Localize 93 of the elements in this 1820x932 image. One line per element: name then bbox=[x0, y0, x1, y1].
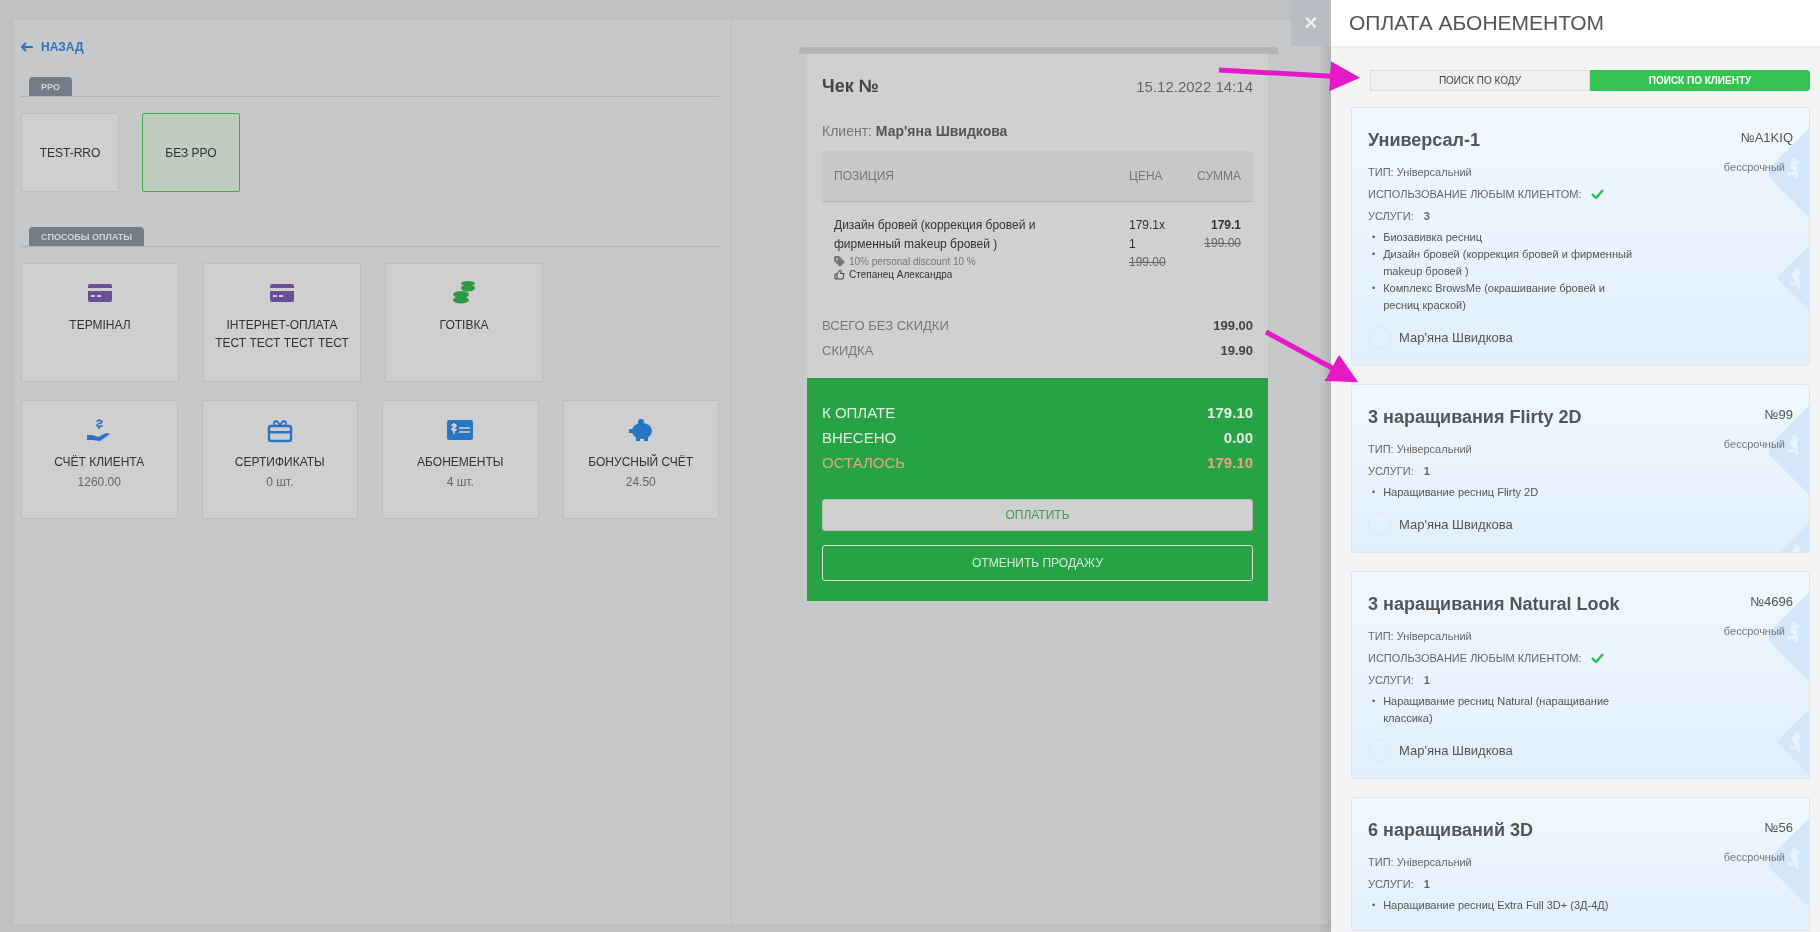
any-client-label: ИСПОЛЬЗОВАНИЕ ЛЮБЫМ КЛИЕНТОМ: bbox=[1368, 187, 1582, 202]
payment-method-value: 4 шт. bbox=[446, 475, 474, 489]
subscription-type: ТИП: Універсальний bbox=[1368, 442, 1473, 457]
bullet: • bbox=[1372, 695, 1376, 708]
subscription-card[interactable]: 3 наращивания Flirty 2D ТИП: Універсальний УСЛУГИ: 1 • Наращивание ресниц Flirty 2D Мар'яна Швидкова №99 бессрочный bbox=[1351, 384, 1810, 553]
subtotal-label: СКИДКА bbox=[822, 343, 874, 358]
client-name: Мар'яна Швидкова bbox=[1399, 330, 1513, 345]
validity-text: бессрочный bbox=[1723, 625, 1785, 637]
payment-method-value: 0 шт. bbox=[266, 475, 294, 489]
validity-text: бессрочный bbox=[1723, 438, 1785, 450]
services-count: УСЛУГИ: 1 bbox=[1368, 464, 1431, 479]
coins-icon bbox=[451, 280, 477, 306]
service-item: Наращивание ресниц Natural (наращивание классика) bbox=[1383, 694, 1611, 726]
arrow-left-icon bbox=[21, 42, 33, 52]
payment-method-label: СЕРТИФИКАТЫ bbox=[234, 454, 325, 471]
bullet: • bbox=[1372, 486, 1376, 499]
payment-method-value: 24.50 bbox=[625, 475, 656, 489]
subscription-number: №56 bbox=[1764, 820, 1793, 835]
subscription-name: Универсал-1 bbox=[1368, 130, 1481, 151]
payment-method-label: ІНТЕРНЕТ-ОПЛАТА ТЕСТ ТЕСТ ТЕСТ ТЕСТ bbox=[214, 317, 350, 352]
piggy-bank-icon bbox=[627, 417, 654, 443]
rro-option[interactable]: TEST-RRO bbox=[21, 113, 119, 192]
services-count: УСЛУГИ: 1 bbox=[1368, 877, 1431, 892]
subscription-type: ТИП: Універсальний bbox=[1368, 855, 1473, 870]
validity-text: бессрочный bbox=[1723, 851, 1785, 863]
subscription-type: ТИП: Універсальний bbox=[1368, 629, 1473, 644]
gift-icon bbox=[266, 417, 293, 443]
bullet: • bbox=[1372, 282, 1376, 295]
total-value: 179.10 bbox=[1207, 404, 1253, 421]
services-count: УСЛУГИ: 1 bbox=[1368, 673, 1431, 688]
old-sum: 199.00 bbox=[1204, 235, 1241, 252]
drawer-title: ОПЛАТА АБОНЕМЕНТОМ bbox=[1349, 11, 1604, 35]
discount-text: 10% personal discount 10 % bbox=[849, 256, 976, 267]
subtotal-value: 19.90 bbox=[1220, 343, 1253, 358]
payment-method-card[interactable]: СЧЁТ КЛИЕНТА 1260.00 bbox=[21, 400, 178, 519]
receipt-title: Чек № bbox=[822, 76, 879, 97]
subtotal-value: 199.00 bbox=[1213, 318, 1253, 333]
subscription-card[interactable]: 6 наращиваний 3D ТИП: Універсальний УСЛУГИ: 1 • Наращивание ресниц Extra Full 3D+ (3Д-4Д) №56 бессрочный bbox=[1351, 797, 1810, 931]
payment-method-card[interactable]: ІНТЕРНЕТ-ОПЛАТА ТЕСТ ТЕСТ ТЕСТ ТЕСТ bbox=[203, 263, 361, 382]
bullet: • bbox=[1372, 231, 1376, 244]
payment-method-card[interactable]: СЕРТИФИКАТЫ 0 шт. bbox=[201, 400, 358, 519]
column-header: ЦЕНА bbox=[1129, 169, 1164, 183]
receipt-client: Клиент: Мар'яна Швидкова bbox=[822, 123, 1009, 139]
service-item: Наращивание ресниц Flirty 2D bbox=[1383, 485, 1539, 500]
total-label: ВНЕСЕНО bbox=[822, 429, 897, 446]
payment-method-label: БОНУСНЫЙ СЧЁТ bbox=[588, 453, 694, 471]
subscription-name: 3 наращивания Flirty 2D bbox=[1368, 407, 1583, 428]
payment-method-label: ГОТІВКА bbox=[439, 317, 489, 334]
subscription-type: ТИП: Універсальний bbox=[1368, 165, 1473, 180]
payment-method-card[interactable]: АБОНЕМЕНТЫ 4 шт. bbox=[382, 400, 539, 519]
payment-method-label: ТЕРМІНАЛ bbox=[69, 317, 131, 334]
payment-method-label: СЧЁТ КЛИЕНТА bbox=[54, 454, 145, 471]
item-name: Дизайн бровей (коррекция бровей и фирменный makeup бровей ) bbox=[834, 217, 1037, 253]
client-name: Мар'яна Швидкова bbox=[1399, 743, 1513, 758]
validity-text: бессрочный bbox=[1723, 161, 1785, 173]
column-header: СУММА bbox=[1196, 169, 1241, 183]
thumbs-up-icon bbox=[834, 269, 845, 280]
service-item: Комплекс BrowsMe (окрашивание бровей и ресниц краской) bbox=[1383, 281, 1606, 313]
receipt-date: 15.12.2022 14:14 bbox=[1136, 78, 1253, 95]
client-name: Мар'яна Швидкова bbox=[1399, 517, 1513, 532]
rro-option[interactable]: БЕЗ РРО bbox=[142, 113, 240, 192]
item-price: 179.1x 1 bbox=[1129, 217, 1167, 253]
item-sum: 179.1 bbox=[1210, 217, 1241, 234]
subscription-name: 3 наращивания Natural Look bbox=[1368, 594, 1621, 615]
total-label: К ОПЛАТЕ bbox=[822, 404, 896, 421]
service-item: Биозавивка ресниц bbox=[1383, 230, 1482, 245]
search-tab[interactable]: ПОИСК ПО КОДУ bbox=[1370, 70, 1590, 91]
services-count: УСЛУГИ: 3 bbox=[1368, 209, 1431, 224]
column-header: ПОЗИЦИЯ bbox=[834, 169, 895, 183]
subscription-name: 6 наращиваний 3D bbox=[1368, 820, 1534, 841]
total-value: 0.00 bbox=[1223, 429, 1253, 446]
service-item: Дизайн бровей (коррекция бровей и фирменный makeup бровей ) bbox=[1383, 247, 1634, 279]
payment-method-value: 1260.00 bbox=[77, 475, 121, 489]
total-label: ОСТАЛОСЬ bbox=[822, 454, 906, 471]
any-client-label: ИСПОЛЬЗОВАНИЕ ЛЮБЫМ КЛИЕНТОМ: bbox=[1368, 651, 1582, 666]
subtotal-label: ВСЕГО БЕЗ СКИДКИ bbox=[822, 318, 949, 333]
payment-method-card[interactable]: БОНУСНЫЙ СЧЁТ 24.50 bbox=[562, 400, 719, 519]
payment-method-card[interactable]: ГОТІВКА bbox=[385, 263, 543, 382]
payment-method-card[interactable]: ТЕРМІНАЛ bbox=[21, 263, 179, 382]
total-value: 179.10 bbox=[1207, 454, 1253, 471]
subscription-card[interactable]: 3 наращивания Natural Look ТИП: Універсальний ИСПОЛЬЗОВАНИЕ ЛЮБЫМ КЛИЕНТОМ: УСЛУГИ: 1 • Наращивание ресниц Natural (наращивание классика) Мар'яна Швидкова №4696 бессрочный bbox=[1351, 571, 1810, 779]
staff-name: Степанец Александра bbox=[849, 269, 953, 280]
ticket-icon bbox=[447, 417, 474, 443]
tag-icon bbox=[834, 256, 845, 267]
old-price: 199.00 bbox=[1129, 254, 1167, 271]
service-item: Наращивание ресниц Extra Full 3D+ (3Д-4Д) bbox=[1383, 898, 1609, 913]
subscription-card[interactable] bbox=[1351, 107, 1810, 366]
subscription-number: №99 bbox=[1764, 407, 1793, 422]
bullet: • bbox=[1372, 899, 1376, 912]
bullet: • bbox=[1372, 248, 1376, 261]
subscription-number: №4696 bbox=[1750, 594, 1793, 609]
subscription-number: №A1KIQ bbox=[1740, 130, 1793, 145]
payment-method-label: АБОНЕМЕНТЫ bbox=[417, 454, 504, 471]
